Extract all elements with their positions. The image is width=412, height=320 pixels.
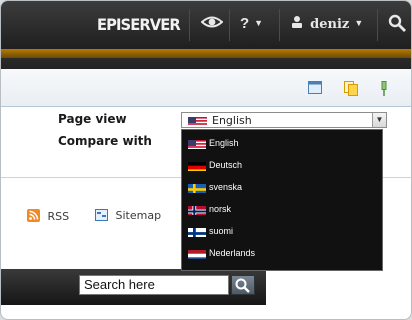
eye-icon <box>200 16 224 28</box>
help-label: ? <box>240 15 250 32</box>
language-option-suomi[interactable]: suomi <box>182 220 382 242</box>
window-icon <box>308 81 322 94</box>
episerver-logo: EPISERVER <box>97 15 181 34</box>
nl-flag-icon <box>188 248 206 259</box>
fi-flag-icon <box>188 226 206 237</box>
view-toggle-button[interactable] <box>200 14 224 34</box>
language-option-deutsch[interactable]: Deutsch <box>182 154 382 176</box>
language-option-svenska[interactable]: svenska <box>182 176 382 198</box>
language-label: Deutsch <box>209 160 243 170</box>
language-label: norsk <box>209 204 232 214</box>
pin-button[interactable] <box>379 81 389 101</box>
selected-language: English <box>212 114 252 127</box>
chevron-down-icon[interactable]: ▼ <box>372 113 386 127</box>
nav-separator <box>229 9 230 41</box>
compare-button[interactable] <box>344 81 358 101</box>
search-input[interactable]: Search here <box>79 275 229 295</box>
rss-icon <box>27 209 40 222</box>
browser-frame: EPISERVER ? ▼ deniz ▼ Page view Compare … <box>0 0 412 320</box>
page-view-label: Page view <box>58 112 127 126</box>
se-flag-icon <box>188 182 206 193</box>
us-flag-icon <box>188 138 206 149</box>
de-flag-icon <box>188 160 206 171</box>
language-label: English <box>209 138 239 148</box>
accent-strip <box>1 49 411 69</box>
page-view-select[interactable]: English ▼ <box>181 112 387 128</box>
search-submit-button[interactable] <box>231 275 255 295</box>
user-icon <box>292 16 302 28</box>
edit-toolbar <box>1 69 411 107</box>
language-dropdown-list: English Deutsch svenska norsk suomi Nede… <box>181 129 383 271</box>
us-flag-icon <box>188 115 207 126</box>
search-input-value: Search here <box>84 277 155 292</box>
layout-view-button[interactable] <box>308 81 322 99</box>
user-name-label: deniz <box>310 17 350 32</box>
sitemap-icon <box>95 209 108 221</box>
pin-icon <box>381 81 387 96</box>
chevron-down-icon: ▼ <box>354 18 364 28</box>
nav-separator <box>377 9 378 41</box>
search-button[interactable] <box>388 14 406 36</box>
chevron-down-icon: ▼ <box>254 18 264 28</box>
compare-pages-icon <box>344 81 358 96</box>
language-label: svenska <box>209 182 243 192</box>
compare-with-label: Compare with <box>58 134 152 148</box>
rss-label: RSS <box>47 210 70 223</box>
search-icon <box>235 278 250 293</box>
language-option-english[interactable]: English <box>182 132 382 154</box>
language-label: suomi <box>209 226 234 236</box>
user-menu-button[interactable]: deniz ▼ <box>291 15 363 32</box>
no-flag-icon <box>188 204 206 215</box>
search-icon <box>388 14 406 32</box>
nav-separator <box>189 9 190 41</box>
language-option-norsk[interactable]: norsk <box>182 198 382 220</box>
rss-link[interactable]: RSS <box>27 209 69 223</box>
help-menu-button[interactable]: ? ▼ <box>240 15 263 32</box>
global-nav-bar: EPISERVER ? ▼ deniz ▼ <box>1 1 411 49</box>
sitemap-link[interactable]: Sitemap <box>95 209 161 222</box>
sitemap-label: Sitemap <box>115 209 162 222</box>
nav-separator <box>279 9 280 41</box>
language-label: Nederlands <box>209 248 256 258</box>
language-option-nederlands[interactable]: Nederlands <box>182 242 382 264</box>
